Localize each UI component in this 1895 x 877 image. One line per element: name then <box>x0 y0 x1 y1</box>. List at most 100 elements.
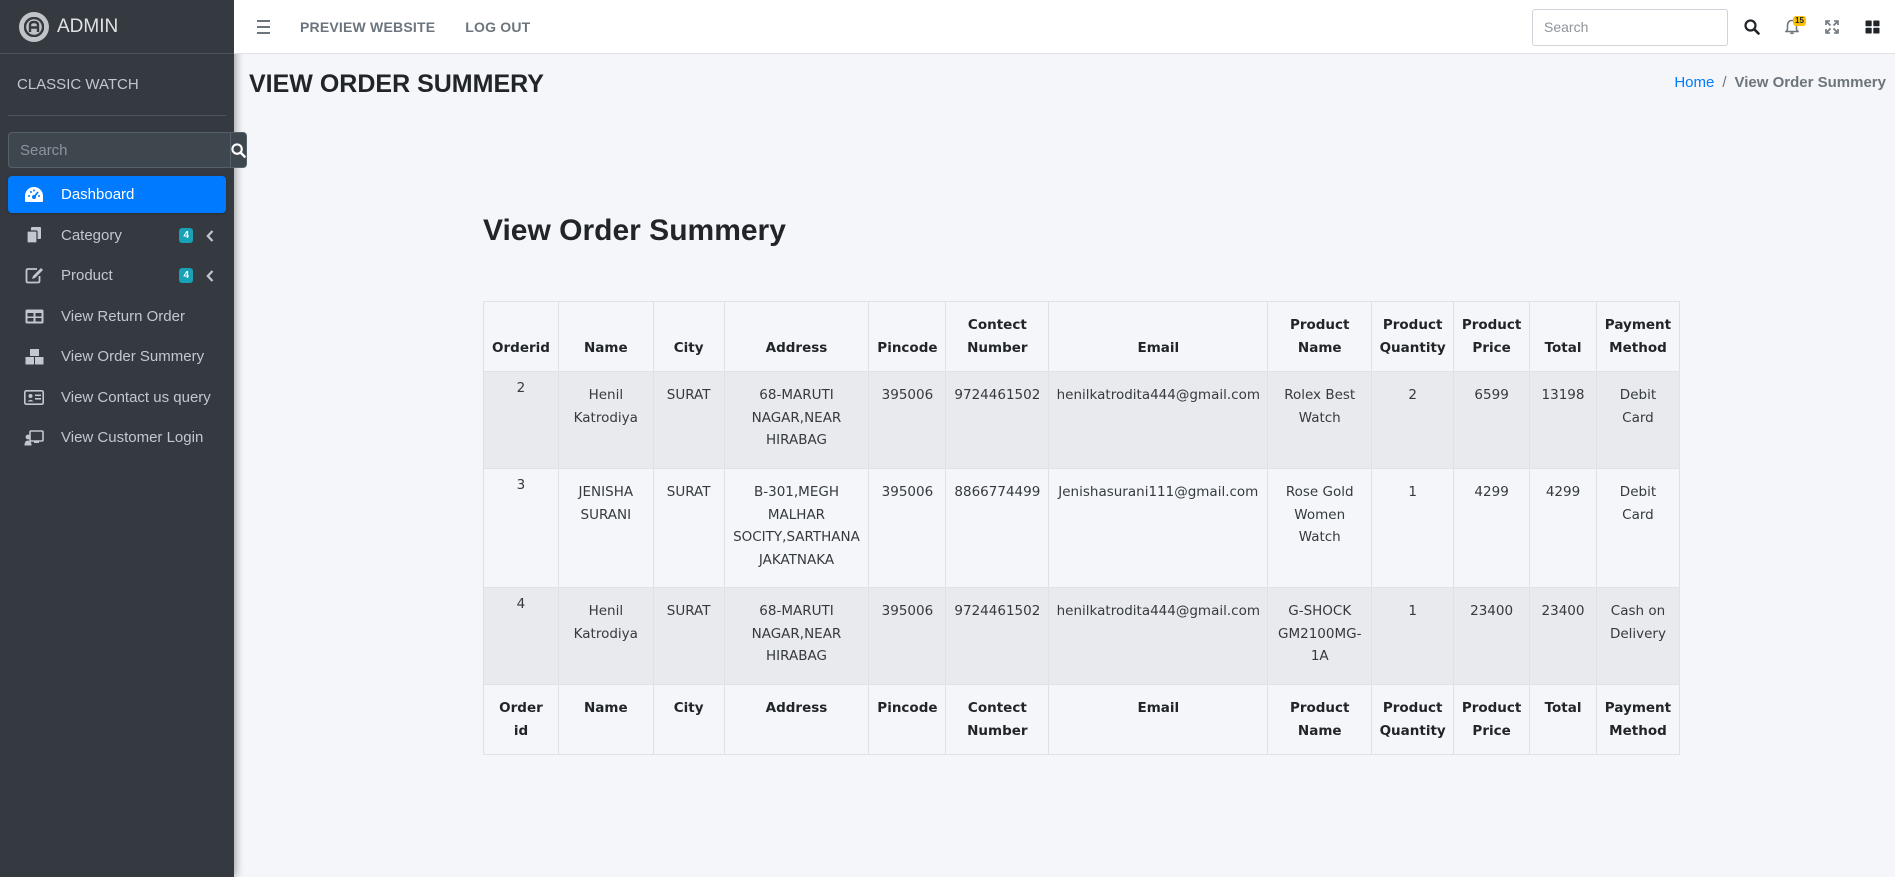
table-cell: 68-MARUTI NAGAR,NEAR HIRABAG <box>723 587 870 685</box>
search-icon <box>231 142 246 158</box>
breadcrumb-separator: / <box>1722 74 1727 91</box>
user-panel: CLASSIC WATCH <box>8 54 226 116</box>
column-header: Payment Method <box>1595 301 1681 372</box>
table-cell: 395006 <box>868 587 947 685</box>
sidebar-item-label: View Return Order <box>61 307 185 325</box>
table-cell: Cash on Delivery <box>1595 587 1681 685</box>
table-cell: Rolex Best Watch <box>1267 371 1373 469</box>
sidebar-item-label: View Order Summery <box>61 348 205 365</box>
table-cell: Debit Card <box>1595 371 1681 469</box>
table-cell: SURAT <box>652 371 725 469</box>
column-header: Address <box>723 301 870 372</box>
top-navbar: PREVIEW WEBSITE LOG OUT 15 <box>234 0 1895 54</box>
navbar-search-input[interactable] <box>1532 8 1728 46</box>
table-cell: 23400 <box>1453 587 1531 685</box>
edit-icon <box>24 267 44 285</box>
table-cell: 4299 <box>1529 468 1597 588</box>
order-summary-table: Orderid Name City Address Pincode Contec… <box>483 301 1681 755</box>
table-cell: 1 <box>1371 587 1455 685</box>
column-header: Email <box>1048 301 1269 372</box>
table-footer-row: Order id Name City Address Pincode Conte… <box>483 684 1681 755</box>
table-cell: 395006 <box>868 468 947 588</box>
navbar-right: 15 <box>1532 0 1895 54</box>
sidebar-item-view-customer-login[interactable]: View Customer Login <box>8 419 226 456</box>
sidebar-item-view-order-summery[interactable]: View Order Summery <box>8 338 226 375</box>
sidebar-search-input[interactable] <box>8 132 230 168</box>
sidebar-search-button[interactable] <box>230 132 247 168</box>
table-cell: 2 <box>1371 371 1455 469</box>
table-cell: Henil Katrodiya <box>557 371 654 469</box>
sidebar-item-category[interactable]: Category 4 <box>8 217 226 254</box>
sidebar-item-label: Dashboard <box>61 186 135 203</box>
column-header: Product Price <box>1453 301 1531 372</box>
column-footer: Contect Number <box>945 684 1050 755</box>
table-row: 3 JENISHA SURANI SURAT B-301,MEGH MALHAR… <box>483 468 1681 588</box>
column-header: City <box>652 301 725 372</box>
navbar-search-button[interactable] <box>1732 7 1772 47</box>
breadcrumb: Home / View Order Summery <box>1674 74 1886 91</box>
table-cell: 4 <box>483 587 559 685</box>
table-cell: B-301,MEGH MALHAR SOCITY,SARTHANA JAKATN… <box>723 468 870 588</box>
sidebar-item-dashboard[interactable]: Dashboard <box>8 176 226 213</box>
sidebar-item-product[interactable]: Product 4 <box>8 257 226 294</box>
column-header: Total <box>1529 301 1597 372</box>
column-footer: Product Price <box>1453 684 1531 755</box>
count-badge: 4 <box>179 227 193 243</box>
table-cell: 8866774499 <box>945 468 1050 588</box>
sidebar-search <box>8 132 247 168</box>
brand-logo-icon <box>19 11 49 42</box>
hamburger-menu-icon[interactable] <box>257 19 270 34</box>
id-card-icon <box>24 388 44 406</box>
table-cell: SURAT <box>652 468 725 588</box>
notification-count-badge: 15 <box>1793 16 1806 26</box>
sidebar-item-label: View Contact us query <box>61 388 211 406</box>
chevron-left-icon <box>206 229 214 246</box>
dashboard-icon <box>24 186 44 204</box>
table-cell: 4299 <box>1453 468 1531 588</box>
table-cell: 23400 <box>1529 587 1597 685</box>
column-header: Product Name <box>1267 301 1373 372</box>
fullscreen-button[interactable] <box>1812 7 1852 47</box>
page-title: VIEW ORDER SUMMERY <box>249 70 544 98</box>
column-header: Pincode <box>868 301 947 372</box>
notifications-button[interactable]: 15 <box>1772 7 1812 47</box>
breadcrumb-home-link[interactable]: Home <box>1674 74 1714 91</box>
table-cell: 3 <box>483 468 559 588</box>
column-footer: City <box>652 684 725 755</box>
sidebar-item-view-contact-us-query[interactable]: View Contact us query <box>8 379 226 416</box>
column-footer: Order id <box>483 684 559 755</box>
chalkboard-user-icon <box>24 429 44 447</box>
count-badge: 4 <box>179 268 193 283</box>
brand-link[interactable]: ADMIN <box>0 0 234 54</box>
table-cell: henilkatrodita444@gmail.com <box>1048 587 1269 685</box>
brand-text: ADMIN <box>57 15 119 37</box>
control-sidebar-button[interactable] <box>1852 7 1892 47</box>
column-header: Product Quantity <box>1371 301 1455 372</box>
table-cell: 6599 <box>1453 371 1531 469</box>
expand-arrows-icon <box>1825 20 1839 34</box>
sidebar-nav: Dashboard Category 4 Product 4 View Retu… <box>8 176 226 456</box>
table-cell: Jenishasurani111@gmail.com <box>1048 468 1269 588</box>
table-cell: SURAT <box>652 587 725 685</box>
column-footer: Name <box>557 684 654 755</box>
column-footer: Total <box>1529 684 1597 755</box>
column-footer: Product Quantity <box>1371 684 1455 755</box>
table-cell: henilkatrodita444@gmail.com <box>1048 371 1269 469</box>
table-cell: 1 <box>1371 468 1455 588</box>
table-cell: G-SHOCK GM2100MG-1A <box>1267 587 1373 685</box>
column-footer: Address <box>723 684 870 755</box>
user-name[interactable]: CLASSIC WATCH <box>17 76 139 93</box>
column-header: Contect Number <box>945 301 1050 372</box>
copy-icon <box>24 226 44 244</box>
section-heading: View Order Summery <box>483 214 786 247</box>
table-cell: 2 <box>483 371 559 469</box>
chevron-left-icon <box>206 269 214 286</box>
column-header: Name <box>557 301 654 372</box>
sidebar-item-label: Category <box>61 226 122 244</box>
sidebar-item-label: View Customer Login <box>61 429 204 446</box>
sidebar: ADMIN CLASSIC WATCH Dashboard Category 4 <box>0 0 247 877</box>
sidebar-item-view-return-order[interactable]: View Return Order <box>8 298 226 335</box>
preview-website-link[interactable]: PREVIEW WEBSITE <box>300 19 435 35</box>
table-icon <box>24 307 44 325</box>
logout-link[interactable]: LOG OUT <box>465 19 530 35</box>
